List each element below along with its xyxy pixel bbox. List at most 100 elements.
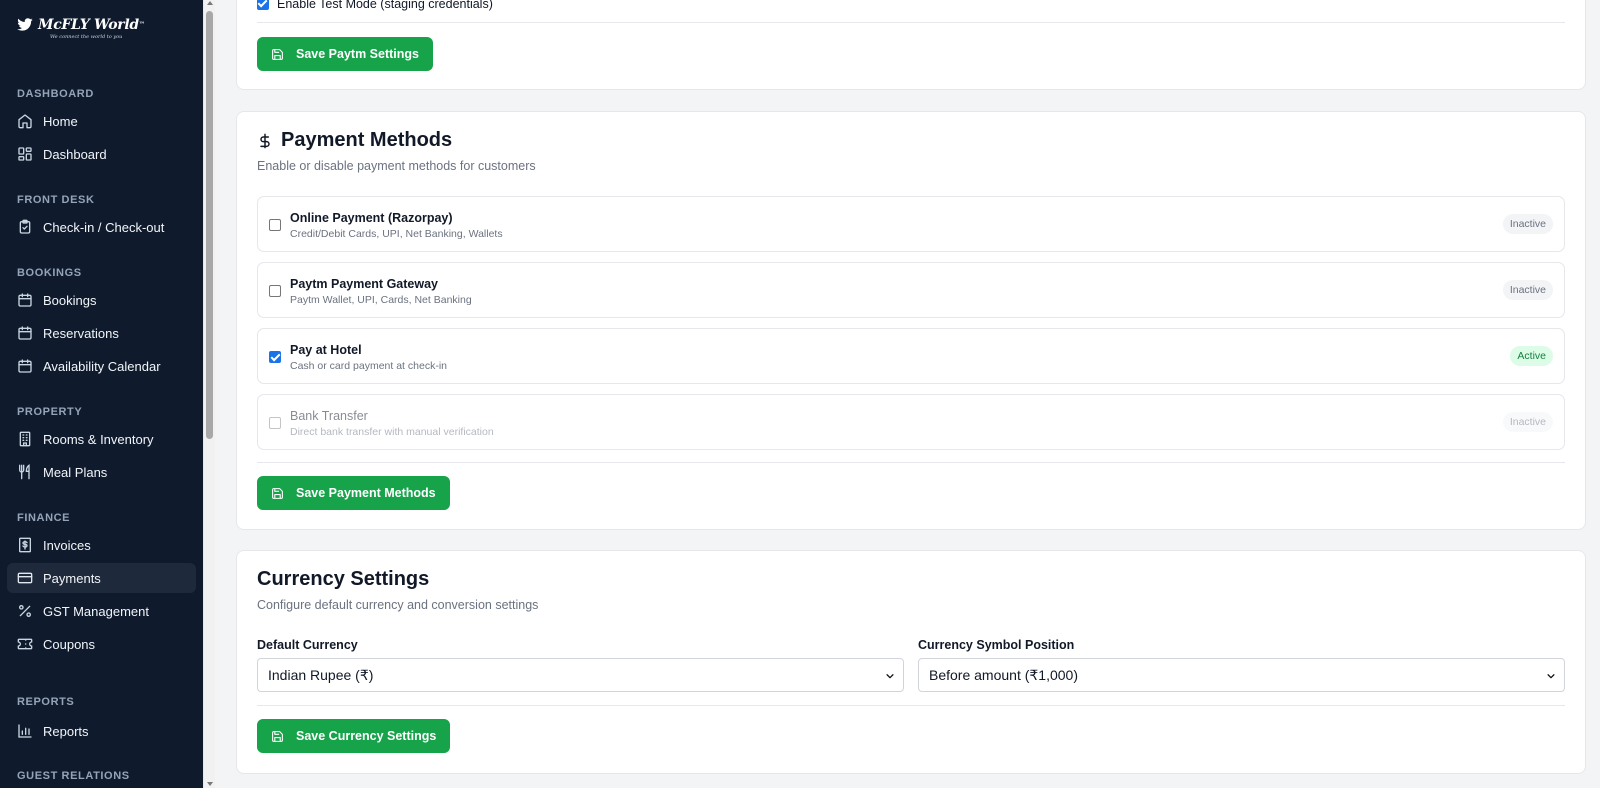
brand-tagline: We connect the world to you — [50, 34, 123, 40]
sidebar-item-payments[interactable]: Payments — [7, 563, 196, 593]
razorpay-checkbox[interactable] — [269, 219, 281, 231]
symbol-position-select[interactable]: Before amount (₹1,000) — [918, 658, 1565, 692]
sidebar-item-label: Dashboard — [43, 146, 107, 162]
divider — [257, 22, 1565, 23]
test-mode-label: Enable Test Mode (staging credentials) — [277, 0, 493, 11]
payment-methods-card: Payment Methods Enable or disable paymen… — [236, 111, 1586, 530]
payment-method-bank-transfer: Bank Transfer Direct bank transfer with … — [257, 394, 1565, 450]
button-label: Save Payment Methods — [296, 486, 436, 500]
selected-value: Indian Rupee (₹) — [268, 666, 374, 683]
button-label: Save Currency Settings — [296, 729, 437, 743]
percent-icon — [17, 603, 33, 619]
status-badge: Inactive — [1502, 214, 1553, 234]
method-name: Paytm Payment Gateway — [290, 277, 438, 291]
sidebar-item-label: Coupons — [43, 636, 96, 652]
currency-settings-card: Currency Settings Configure default curr… — [236, 550, 1586, 774]
save-icon — [272, 487, 283, 499]
paytm-checkbox[interactable] — [269, 285, 281, 297]
save-currency-settings-button[interactable]: Save Currency Settings — [257, 719, 451, 753]
save-icon — [272, 48, 283, 60]
clipboard-check-icon — [17, 219, 33, 235]
sidebar-item-label: Payments — [43, 570, 101, 586]
payment-method-pay-at-hotel[interactable]: Pay at Hotel Cash or card payment at che… — [257, 328, 1565, 384]
status-badge: Inactive — [1502, 280, 1553, 300]
dollar-icon — [260, 133, 270, 148]
card-subtitle: Configure default currency and conversio… — [257, 598, 539, 612]
payment-method-razorpay[interactable]: Online Payment (Razorpay) Credit/Debit C… — [257, 196, 1565, 252]
section-reports: REPORTS — [17, 696, 75, 708]
sidebar-item-reservations[interactable]: Reservations — [7, 318, 196, 348]
sidebar-item-check-in-out[interactable]: Check-in / Check-out — [7, 212, 196, 242]
sidebar-item-label: Meal Plans — [43, 464, 108, 480]
sidebar-item-label: Reports — [43, 723, 89, 739]
brand-name: McFLY World — [38, 17, 139, 33]
paytm-settings-card: Enable Test Mode (staging credentials) S… — [236, 0, 1586, 90]
sidebar-item-meal-plans[interactable]: Meal Plans — [7, 457, 196, 487]
calendar-icon — [17, 358, 33, 374]
chevron-down-icon — [886, 674, 894, 679]
scroll-down-arrow-icon[interactable] — [207, 782, 213, 786]
method-description: Direct bank transfer with manual verific… — [290, 426, 494, 438]
ticket-icon — [17, 636, 33, 652]
symbol-position-label: Currency Symbol Position — [918, 638, 1075, 652]
dashboard-icon — [17, 146, 33, 162]
sidebar-item-rooms-inventory[interactable]: Rooms & Inventory — [7, 424, 196, 454]
save-icon — [272, 730, 283, 742]
save-paytm-settings-button[interactable]: Save Paytm Settings — [257, 37, 433, 71]
card-title: Payment Methods — [257, 129, 452, 152]
default-currency-label: Default Currency — [257, 638, 358, 652]
method-description: Credit/Debit Cards, UPI, Net Banking, Wa… — [290, 228, 503, 240]
receipt-icon — [17, 537, 33, 553]
brand-logo[interactable]: McFLY World™ We connect the world to you — [16, 18, 145, 40]
calendar-icon — [17, 292, 33, 308]
sidebar-item-label: Invoices — [43, 537, 91, 553]
status-badge: Active — [1510, 346, 1553, 366]
method-description: Cash or card payment at check-in — [290, 360, 447, 372]
sidebar-item-home[interactable]: Home — [7, 106, 196, 136]
divider — [257, 705, 1565, 706]
section-guest-relations: GUEST RELATIONS — [17, 770, 130, 782]
sidebar-item-bookings[interactable]: Bookings — [7, 285, 196, 315]
section-property: PROPERTY — [17, 406, 83, 418]
utensils-icon — [17, 464, 33, 480]
sidebar-item-label: Bookings — [43, 292, 97, 308]
sidebar-item-availability-calendar[interactable]: Availability Calendar — [7, 351, 196, 381]
page-scrollbar[interactable] — [203, 0, 215, 788]
selected-value: Before amount (₹1,000) — [929, 666, 1078, 683]
sidebar-item-label: Reservations — [43, 325, 119, 341]
payment-methods-title: Payment Methods — [281, 129, 453, 151]
section-finance: FINANCE — [17, 512, 71, 524]
sidebar-item-label: Availability Calendar — [43, 358, 161, 374]
brand-tm: ™ — [138, 21, 145, 28]
bank-transfer-checkbox — [269, 417, 281, 429]
sidebar-item-invoices[interactable]: Invoices — [7, 530, 196, 560]
sidebar-item-reports[interactable]: Reports — [7, 716, 196, 746]
sidebar-item-coupons[interactable]: Coupons — [7, 629, 196, 659]
scrollbar-thumb[interactable] — [206, 11, 213, 439]
test-mode-checkbox[interactable]: Enable Test Mode (staging credentials) — [257, 0, 493, 11]
status-badge: Inactive — [1502, 412, 1553, 432]
calendar-icon — [17, 325, 33, 341]
sidebar-item-label: Home — [43, 113, 78, 129]
method-description: Paytm Wallet, UPI, Cards, Net Banking — [290, 294, 472, 306]
scroll-up-arrow-icon[interactable] — [207, 1, 213, 5]
method-name: Pay at Hotel — [290, 343, 362, 357]
section-dashboard: DASHBOARD — [17, 88, 94, 100]
checkbox-checked-icon[interactable] — [257, 0, 269, 10]
button-label: Save Paytm Settings — [296, 47, 419, 61]
divider — [257, 462, 1565, 463]
card-title: Currency Settings — [257, 568, 430, 590]
sidebar-item-gst-management[interactable]: GST Management — [7, 596, 196, 626]
building-icon — [17, 431, 33, 447]
sidebar-item-label: Rooms & Inventory — [43, 431, 154, 447]
pay-at-hotel-checkbox[interactable] — [269, 351, 281, 363]
sidebar-item-dashboard[interactable]: Dashboard — [7, 139, 196, 169]
sidebar-item-label: GST Management — [43, 603, 149, 619]
credit-card-icon — [17, 570, 33, 586]
payment-method-paytm[interactable]: Paytm Payment Gateway Paytm Wallet, UPI,… — [257, 262, 1565, 318]
default-currency-select[interactable]: Indian Rupee (₹) — [257, 658, 904, 692]
home-icon — [17, 113, 33, 129]
save-payment-methods-button[interactable]: Save Payment Methods — [257, 476, 450, 510]
method-name: Bank Transfer — [290, 409, 368, 423]
method-name: Online Payment (Razorpay) — [290, 211, 453, 225]
